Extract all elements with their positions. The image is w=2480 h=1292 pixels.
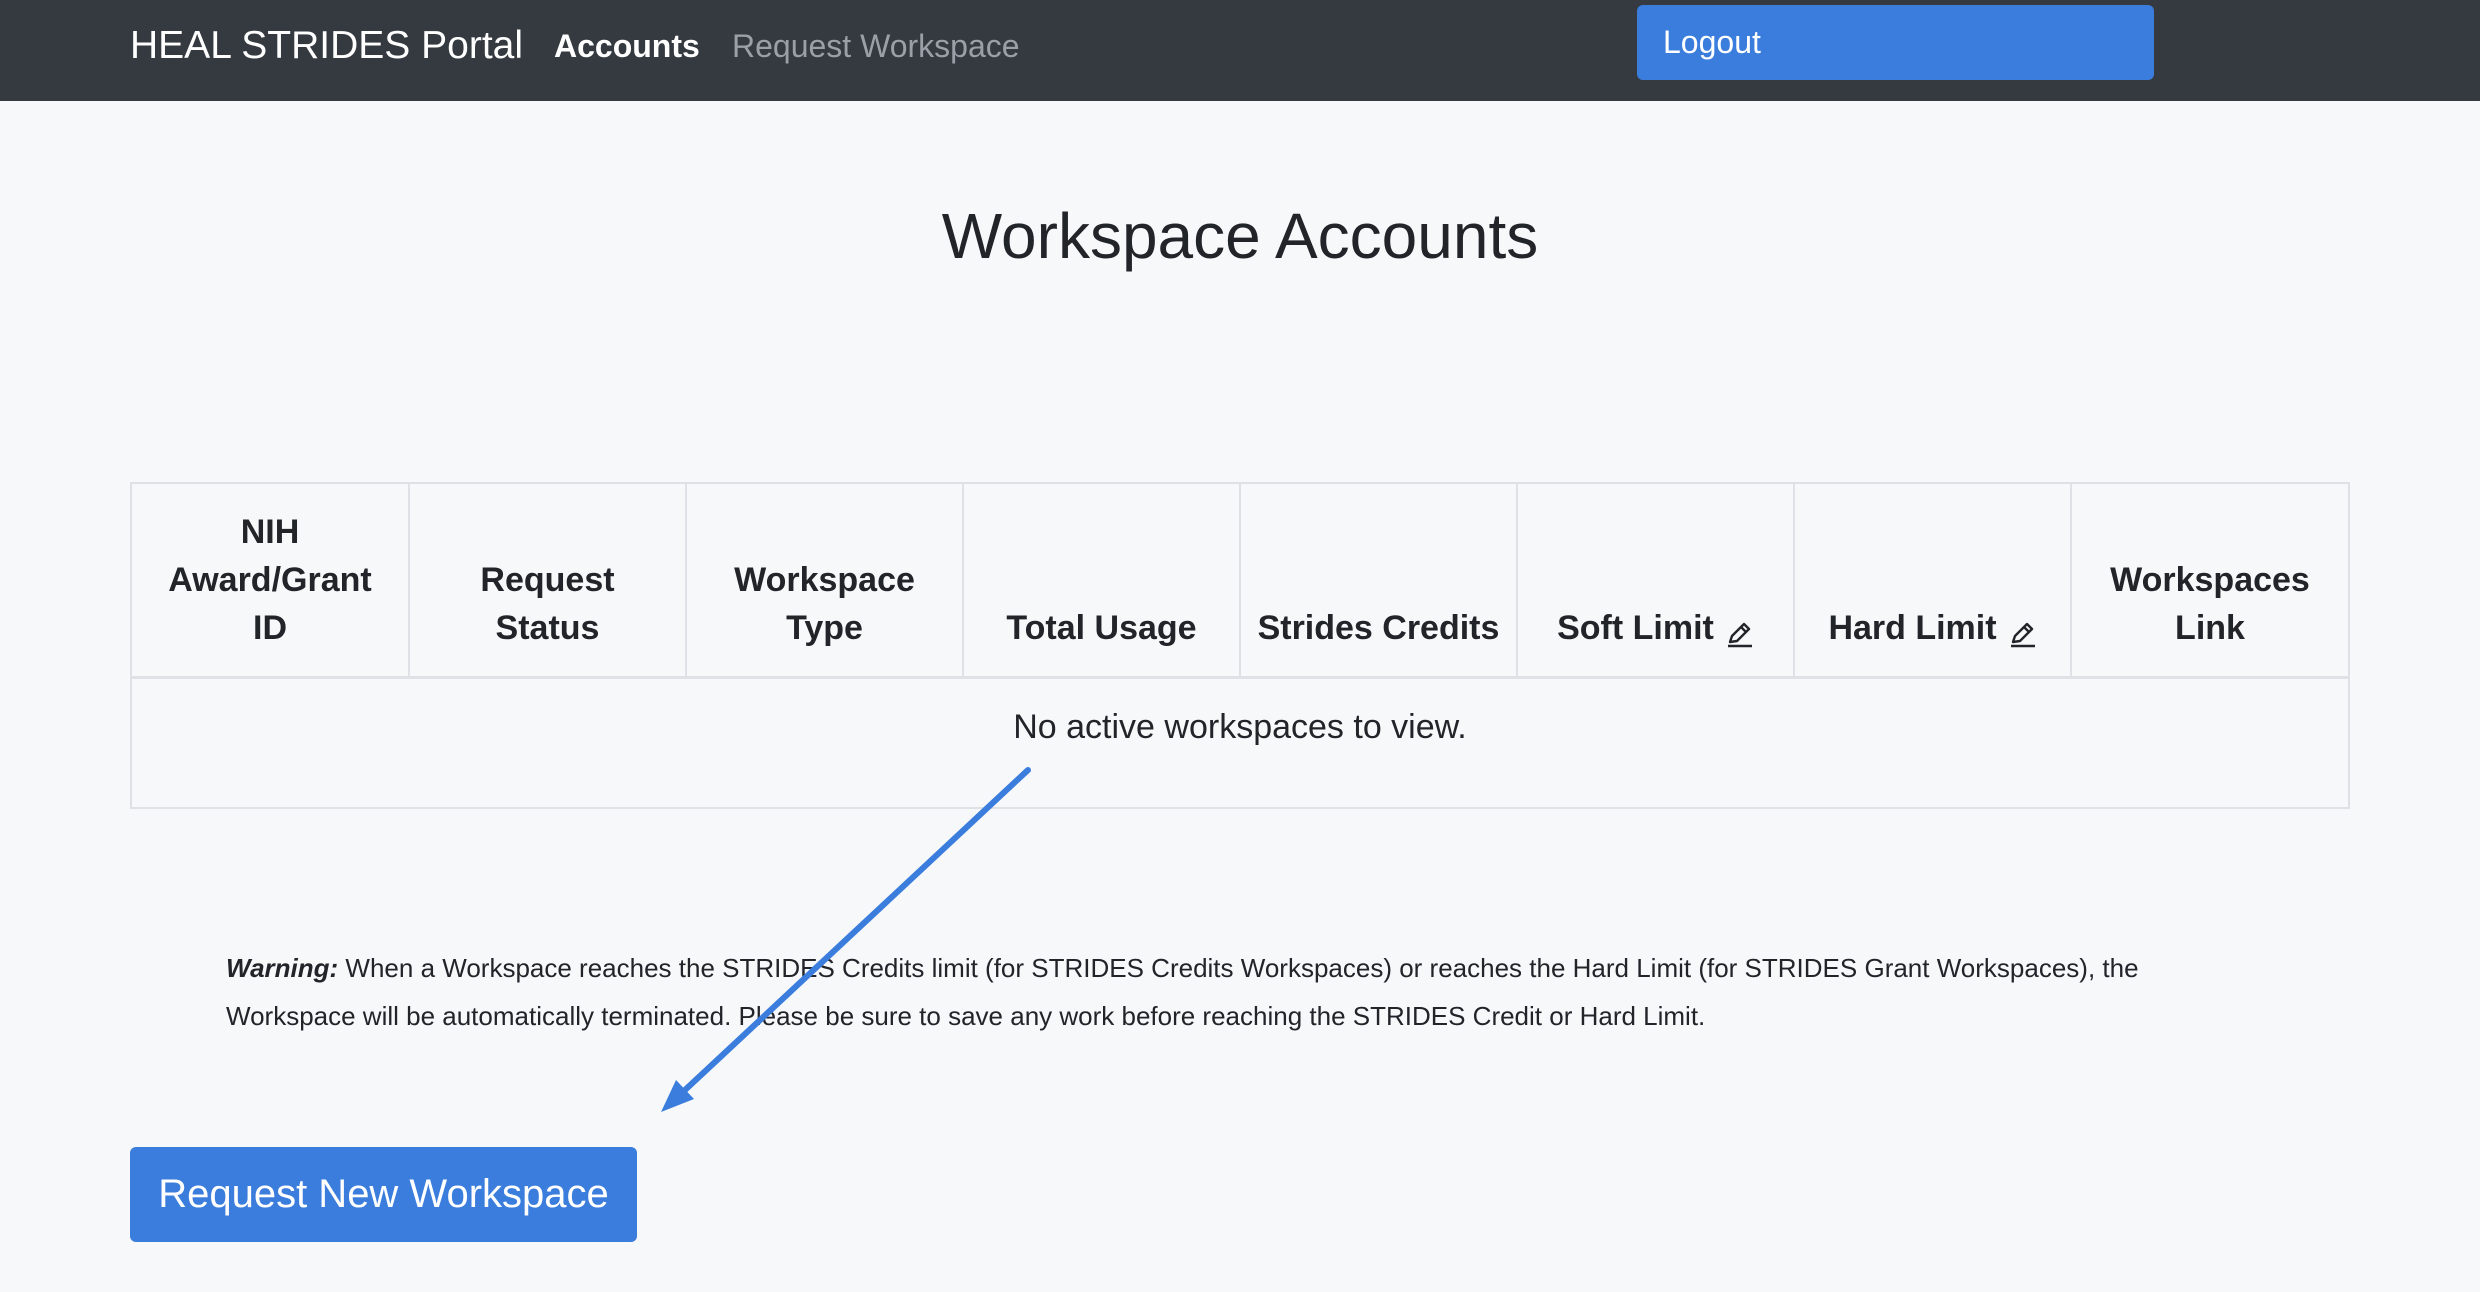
nav-request-workspace[interactable]: Request Workspace: [732, 25, 1020, 67]
pencil-icon[interactable]: [2009, 613, 2037, 647]
header-nih-award-grant-id: NIH Award/Grant ID: [132, 484, 410, 679]
workspace-accounts-table: NIH Award/Grant ID Request Status Worksp…: [130, 482, 2350, 809]
warning-notice: Warning: When a Workspace reaches the ST…: [226, 944, 2256, 1040]
header-label: Strides Credits: [1257, 608, 1500, 647]
logout-button[interactable]: Logout: [1637, 5, 2154, 80]
warning-text: When a Workspace reaches the STRIDES Cre…: [226, 953, 2139, 1031]
header-total-usage: Total Usage: [963, 484, 1241, 679]
warning-label: Warning:: [226, 953, 339, 983]
header-workspace-type: Workspace Type: [686, 484, 964, 679]
pencil-icon[interactable]: [1726, 613, 1754, 647]
request-new-workspace-button[interactable]: Request New Workspace: [130, 1147, 637, 1242]
header-label: Hard Limit: [1828, 608, 1997, 647]
header-label: Workspaces Link: [2110, 560, 2310, 647]
header-label: Soft Limit: [1557, 608, 1714, 647]
header-request-status: Request Status: [409, 484, 687, 679]
brand-title[interactable]: HEAL STRIDES Portal: [130, 22, 523, 70]
header-label: Request Status: [480, 560, 615, 647]
header-workspaces-link: Workspaces Link: [2071, 484, 2348, 679]
header-label: Workspace Type: [734, 560, 915, 647]
header-soft-limit: Soft Limit: [1517, 484, 1795, 679]
table-header-row: NIH Award/Grant ID Request Status Worksp…: [132, 484, 2348, 679]
header-label: Total Usage: [1006, 608, 1197, 647]
header-strides-credits: Strides Credits: [1240, 484, 1518, 679]
top-navbar: HEAL STRIDES Portal Accounts Request Wor…: [0, 0, 2480, 101]
empty-table-message: No active workspaces to view.: [1013, 707, 1467, 746]
nav-accounts[interactable]: Accounts: [554, 25, 700, 67]
header-hard-limit: Hard Limit: [1794, 484, 2072, 679]
header-label: NIH Award/Grant ID: [168, 512, 372, 647]
annotation-arrow-head: [661, 1080, 694, 1112]
page-title: Workspace Accounts: [941, 200, 1539, 272]
table-row: No active workspaces to view.: [132, 677, 2348, 832]
